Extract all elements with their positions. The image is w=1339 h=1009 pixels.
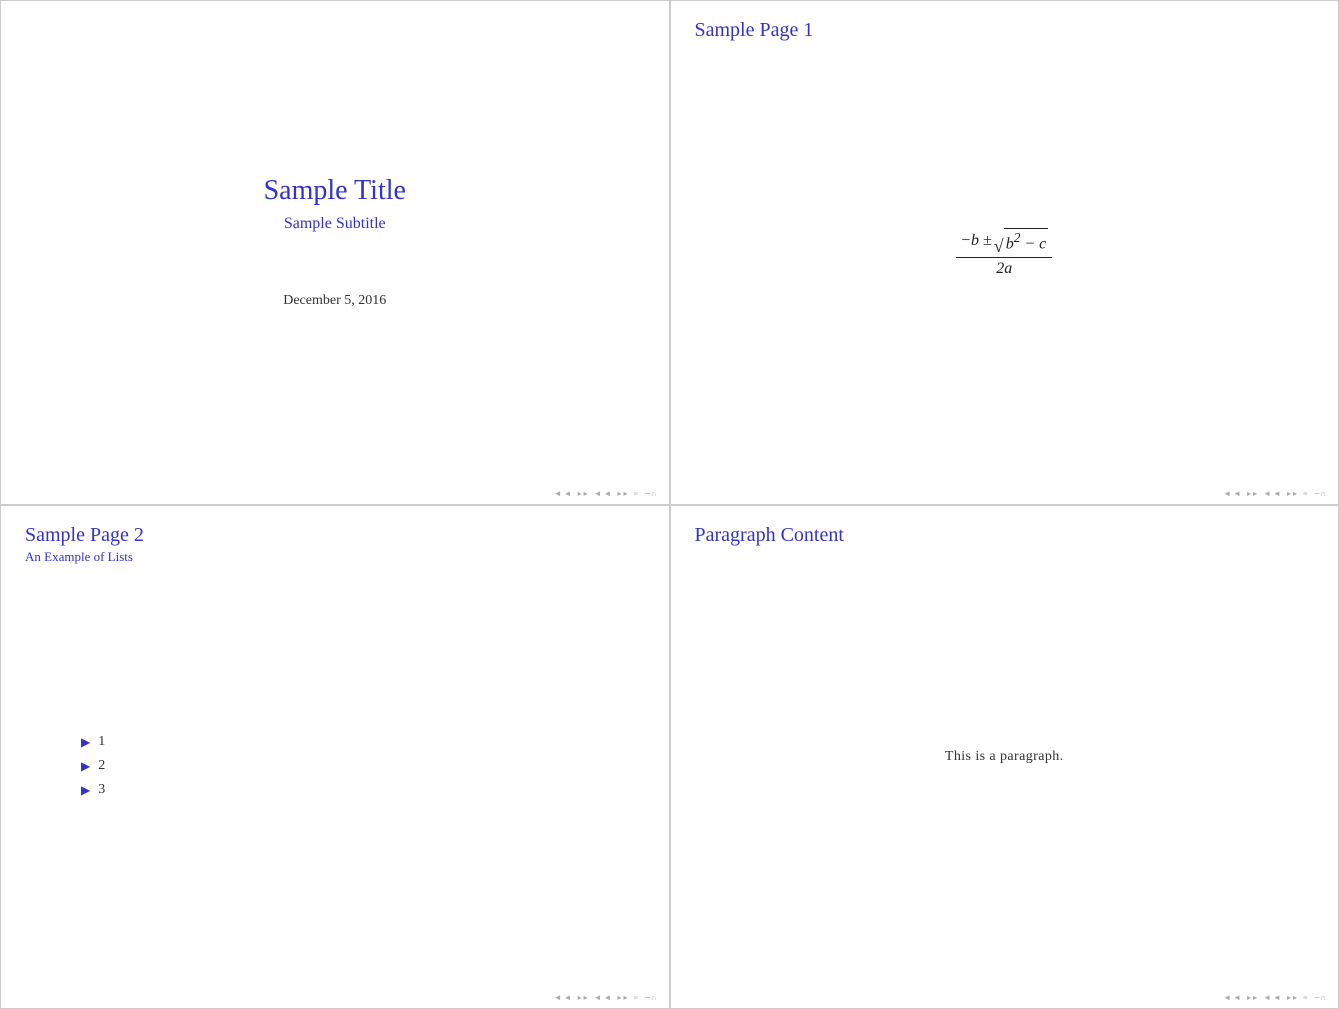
slide-2-title: Sample Page 1 — [671, 1, 1339, 42]
nav-bar-1: ◄ ◄ ▸ ▸ ◄ ◄ ▸ ▸ ≡ ∽∩ — [1, 489, 669, 498]
formula-denominator: 2a — [996, 258, 1012, 278]
main-title: Sample Title — [264, 175, 406, 207]
sqrt-container: √ b2 − c — [994, 228, 1048, 255]
nav-symbols-1: ◄ ◄ ▸ ▸ ◄ ◄ ▸ ▸ ≡ ∽∩ — [554, 489, 657, 498]
nav-symbols-4: ◄ ◄ ▸ ▸ ◄ ◄ ▸ ▸ ≡ ∽∩ — [1223, 993, 1326, 1002]
slide-1-content: Sample Title Sample Subtitle December 5,… — [1, 1, 669, 504]
formula-fraction: −b ± √ b2 − c 2a — [956, 228, 1052, 278]
nav-bar-3: ◄ ◄ ▸ ▸ ◄ ◄ ▸ ▸ ≡ ∽∩ — [1, 993, 669, 1002]
list-label-2: 2 — [98, 758, 105, 774]
sqrt-symbol: √ — [994, 237, 1004, 255]
formula-container: −b ± √ b2 − c 2a — [956, 228, 1052, 278]
paragraph-text: This is a paragraph. — [945, 749, 1064, 765]
list-bullet-1: ▶ — [81, 735, 90, 750]
slide-3: Sample Page 2 An Example of Lists ▶ 1 ▶ … — [0, 505, 670, 1009]
slide-4-title: Paragraph Content — [671, 506, 1339, 547]
formula-numerator: −b ± √ b2 − c — [956, 228, 1052, 258]
sqrt-content: b2 − c — [1004, 228, 1049, 255]
list-bullet-3: ▶ — [81, 783, 90, 798]
list-label-3: 3 — [98, 782, 105, 798]
slide-3-title: Sample Page 2 — [1, 506, 669, 547]
list-bullet-2: ▶ — [81, 759, 90, 774]
nav-bar-2: ◄ ◄ ▸ ▸ ◄ ◄ ▸ ▸ ≡ ∽∩ — [671, 489, 1339, 498]
list-label-1: 1 — [98, 734, 105, 750]
slide-2-content: −b ± √ b2 − c 2a — [671, 42, 1339, 504]
list-content: ▶ 1 ▶ 2 ▶ 3 — [1, 565, 669, 1009]
slide-3-subtitle: An Example of Lists — [1, 547, 669, 565]
neg-b: −b ± — [960, 232, 992, 250]
nav-bar-4: ◄ ◄ ▸ ▸ ◄ ◄ ▸ ▸ ≡ ∽∩ — [671, 993, 1339, 1002]
date-text: December 5, 2016 — [283, 293, 386, 309]
nav-symbols-3: ◄ ◄ ▸ ▸ ◄ ◄ ▸ ▸ ≡ ∽∩ — [554, 993, 657, 1002]
slide-1: Sample Title Sample Subtitle December 5,… — [0, 0, 670, 505]
list-item-2: ▶ 2 — [81, 758, 609, 774]
main-subtitle: Sample Subtitle — [284, 215, 386, 233]
paragraph-content: This is a paragraph. — [671, 547, 1339, 1009]
list-item-1: ▶ 1 — [81, 734, 609, 750]
slide-2: Sample Page 1 −b ± √ b2 − c 2a ◄ ◄ ▸ ▸ ◄… — [670, 0, 1339, 505]
nav-symbols-2: ◄ ◄ ▸ ▸ ◄ ◄ ▸ ▸ ≡ ∽∩ — [1223, 489, 1326, 498]
slide-4: Paragraph Content This is a paragraph. ◄… — [670, 505, 1339, 1009]
list-item-3: ▶ 3 — [81, 782, 609, 798]
